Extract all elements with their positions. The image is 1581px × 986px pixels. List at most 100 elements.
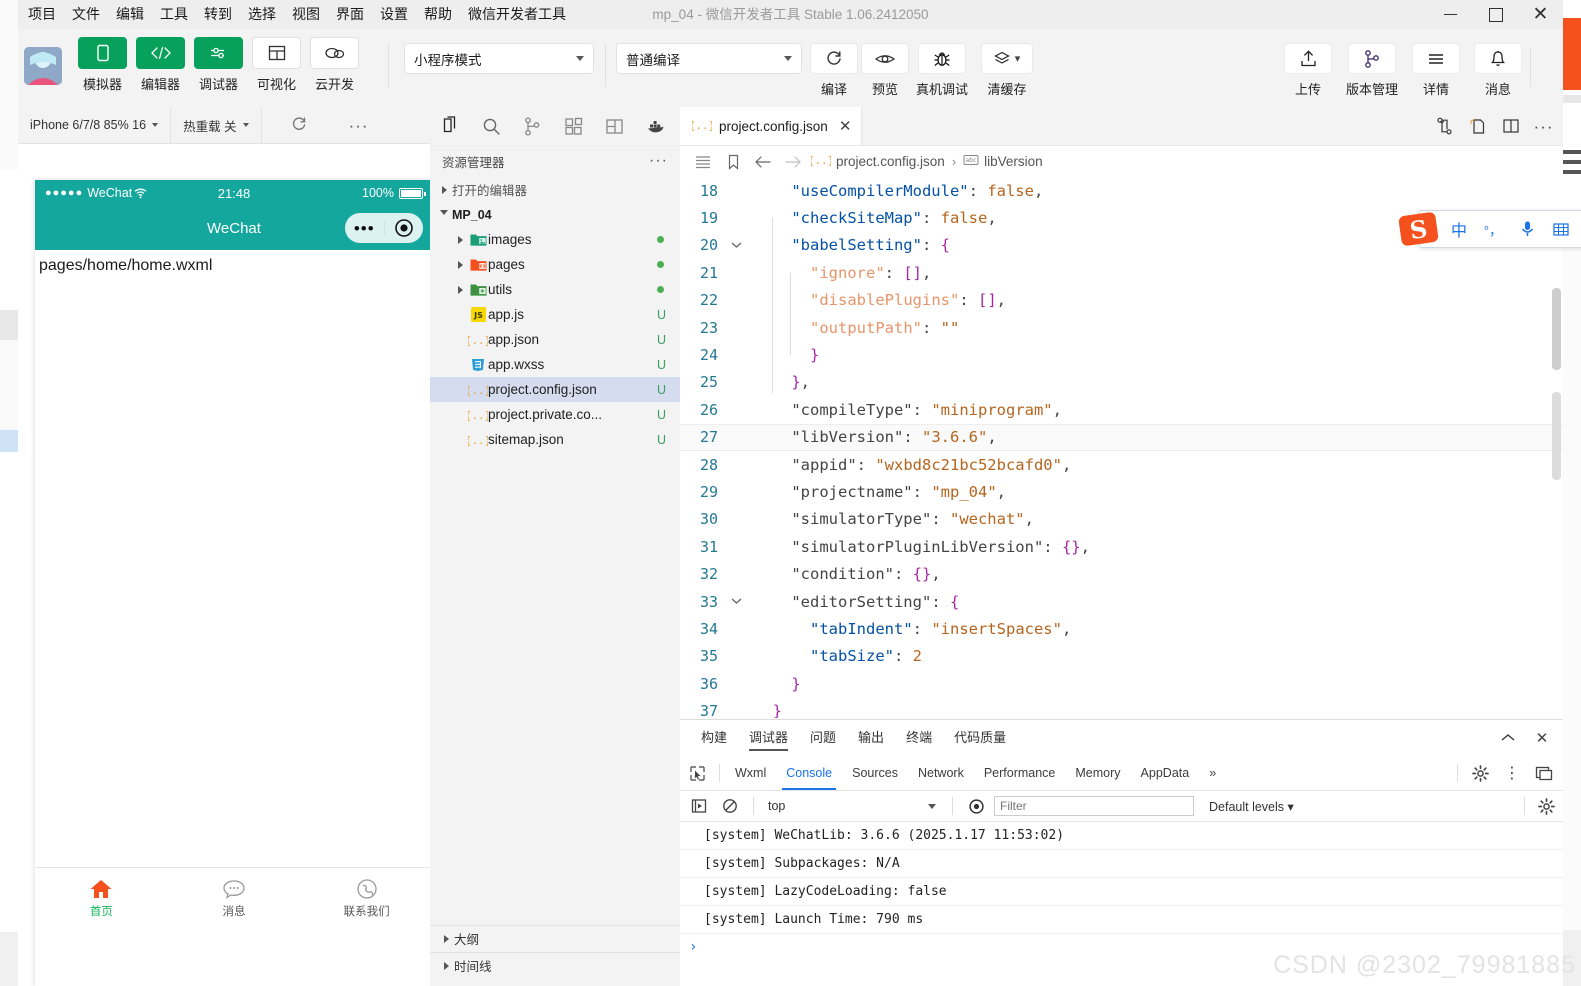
code-line[interactable]: 23 "outputPath": "" bbox=[680, 314, 1563, 341]
clear-console-icon[interactable] bbox=[717, 791, 743, 821]
code-line[interactable]: 18 "useCompilerModule": false, bbox=[680, 177, 1563, 204]
breadcrumb-symbol[interactable]: abc libVersion bbox=[960, 154, 1046, 169]
outline-icon[interactable] bbox=[688, 146, 718, 177]
back-arrow-icon[interactable] bbox=[748, 146, 778, 177]
console-context-select[interactable]: top bbox=[764, 799, 942, 813]
messages-button[interactable]: 消息 bbox=[1474, 43, 1522, 98]
tree-item-utils[interactable]: utils bbox=[430, 277, 680, 302]
code-line[interactable]: 29 "projectname": "mp_04", bbox=[680, 478, 1563, 505]
tree-item-app-json[interactable]: {..} app.json U bbox=[430, 327, 680, 352]
fold-chevron-icon[interactable] bbox=[724, 595, 748, 608]
upload-button[interactable]: 上传 bbox=[1284, 43, 1332, 98]
execute-icon[interactable] bbox=[686, 791, 712, 821]
inspect-icon[interactable] bbox=[680, 756, 714, 790]
editor-tab-project-config-json[interactable]: {..} project.config.json ✕ bbox=[680, 107, 863, 145]
compile-select[interactable]: 普通编译 bbox=[616, 43, 802, 74]
editor-scrollbar-thumb[interactable] bbox=[1552, 288, 1561, 370]
mode-button-editor[interactable]: 编辑器 bbox=[136, 37, 185, 93]
docker-icon[interactable] bbox=[635, 107, 676, 145]
code-line[interactable]: 21 "ignore": [], bbox=[680, 259, 1563, 286]
settings-gear-icon[interactable] bbox=[1465, 755, 1495, 791]
preview-button[interactable] bbox=[861, 43, 909, 74]
device-selector[interactable]: iPhone 6/7/8 85% 16 bbox=[18, 107, 172, 143]
code-line[interactable]: 34 "tabIndent": "insertSpaces", bbox=[680, 615, 1563, 642]
tree-item-images[interactable]: images bbox=[430, 227, 680, 252]
timeline-panel-header[interactable]: 时间线 bbox=[430, 952, 680, 978]
ime-punctuation-button[interactable]: °， bbox=[1476, 220, 1510, 239]
code-line[interactable]: 31 "simulatorPluginLibVersion": {}, bbox=[680, 533, 1563, 560]
code-line[interactable]: 30 "simulatorType": "wechat", bbox=[680, 506, 1563, 533]
simulator-more-button[interactable]: ··· bbox=[336, 107, 382, 143]
minimize-button[interactable] bbox=[1428, 0, 1473, 29]
chevron-up-icon[interactable] bbox=[1493, 720, 1523, 756]
close-button[interactable]: ✕ bbox=[1518, 0, 1563, 29]
devtools-close-icon[interactable]: ✕ bbox=[1527, 720, 1557, 756]
devtools-subtab-wxml[interactable]: Wxml bbox=[725, 756, 776, 790]
compile-button[interactable] bbox=[810, 43, 858, 74]
files-icon[interactable] bbox=[430, 107, 471, 145]
split-icon[interactable] bbox=[594, 107, 635, 145]
keyboard-icon[interactable] bbox=[1544, 222, 1578, 237]
editor-scrollbar-thumb-2[interactable] bbox=[1552, 392, 1561, 480]
wechat-capsule[interactable]: ••• bbox=[345, 213, 423, 243]
simulator-refresh-button[interactable] bbox=[262, 107, 336, 143]
hotreload-selector[interactable]: 热重载 关 bbox=[171, 107, 262, 143]
close-icon[interactable]: ✕ bbox=[839, 119, 852, 134]
code-line[interactable]: 33 "editorSetting": { bbox=[680, 588, 1563, 615]
code-line[interactable]: 24 } bbox=[680, 341, 1563, 368]
devtools-tab-output[interactable]: 输出 bbox=[847, 720, 895, 756]
eye-icon[interactable] bbox=[963, 791, 989, 821]
tree-item-app-js[interactable]: JS app.js U bbox=[430, 302, 680, 327]
devtools-subtab-appdata[interactable]: AppData bbox=[1131, 756, 1200, 790]
avatar[interactable] bbox=[24, 47, 62, 85]
ime-lang-button[interactable]: 中 bbox=[1442, 217, 1476, 241]
menu-item-interface[interactable]: 界面 bbox=[328, 0, 372, 29]
code-line[interactable]: 28 "appid": "wxbd8c21bc52bcafd0", bbox=[680, 451, 1563, 478]
bookmark-icon[interactable] bbox=[718, 146, 748, 177]
new-file-icon[interactable] bbox=[1462, 107, 1493, 145]
tree-item-pages[interactable]: pages bbox=[430, 252, 680, 277]
devtools-tab-debugger[interactable]: 调试器 bbox=[738, 720, 799, 756]
split-editor-icon[interactable] bbox=[1495, 107, 1526, 145]
menu-item-devtools[interactable]: 微信开发者工具 bbox=[460, 0, 574, 29]
code-line[interactable]: 22 "disablePlugins": [], bbox=[680, 287, 1563, 314]
menu-item-file[interactable]: 文件 bbox=[64, 0, 108, 29]
open-editors-row[interactable]: 打开的编辑器 bbox=[430, 177, 680, 202]
code-line[interactable]: 37 } bbox=[680, 697, 1563, 718]
code-line[interactable]: 35 "tabSize": 2 bbox=[680, 643, 1563, 670]
mode-button-cloud[interactable]: 云开发 bbox=[310, 37, 359, 93]
mic-icon[interactable] bbox=[1510, 220, 1544, 238]
search-icon[interactable] bbox=[471, 107, 512, 145]
devtools-tab-terminal[interactable]: 终端 bbox=[895, 720, 943, 756]
code-editor-content[interactable]: 18 "useCompilerModule": false, 19 "checkS… bbox=[680, 177, 1563, 718]
menu-item-tools[interactable]: 工具 bbox=[152, 0, 196, 29]
console-settings-gear-icon[interactable] bbox=[1533, 791, 1559, 821]
menu-item-settings[interactable]: 设置 bbox=[372, 0, 416, 29]
devtools-subtab-network[interactable]: Network bbox=[908, 756, 974, 790]
forward-arrow-icon[interactable] bbox=[778, 146, 808, 177]
breadcrumb-file[interactable]: {..} project.config.json bbox=[808, 153, 948, 170]
menu-item-help[interactable]: 帮助 bbox=[416, 0, 460, 29]
details-button[interactable]: 详情 bbox=[1412, 43, 1460, 98]
explorer-more-icon[interactable]: ··· bbox=[649, 153, 668, 169]
devtools-tab-codequality[interactable]: 代码质量 bbox=[943, 720, 1017, 756]
fold-chevron-icon[interactable] bbox=[724, 239, 748, 252]
tree-item-sitemap-json[interactable]: {..} sitemap.json U bbox=[430, 427, 680, 452]
console-levels-select[interactable]: Default levels ▾ bbox=[1209, 799, 1294, 814]
project-root-row[interactable]: MP_04 bbox=[430, 202, 680, 227]
code-line[interactable]: 26 "compileType": "miniprogram", bbox=[680, 396, 1563, 423]
mode-button-debugger[interactable]: 调试器 bbox=[194, 37, 243, 93]
phone-tab-messages[interactable]: 消息 bbox=[168, 868, 301, 928]
real-device-debug-button[interactable] bbox=[918, 43, 966, 74]
extensions-icon[interactable] bbox=[553, 107, 594, 145]
code-line[interactable]: 36 } bbox=[680, 670, 1563, 697]
maximize-button[interactable] bbox=[1473, 0, 1518, 29]
menu-item-goto[interactable]: 转到 bbox=[196, 0, 240, 29]
editor-more-icon[interactable]: ··· bbox=[1528, 107, 1559, 145]
menu-item-edit[interactable]: 编辑 bbox=[108, 0, 152, 29]
menu-item-select[interactable]: 选择 bbox=[240, 0, 284, 29]
code-line[interactable]: 32 "condition": {}, bbox=[680, 560, 1563, 587]
devtools-subtab-memory[interactable]: Memory bbox=[1065, 756, 1130, 790]
tree-item-project-private-config[interactable]: {..} project.private.co... U bbox=[430, 402, 680, 427]
phone-tab-home[interactable]: 首页 bbox=[35, 868, 168, 928]
